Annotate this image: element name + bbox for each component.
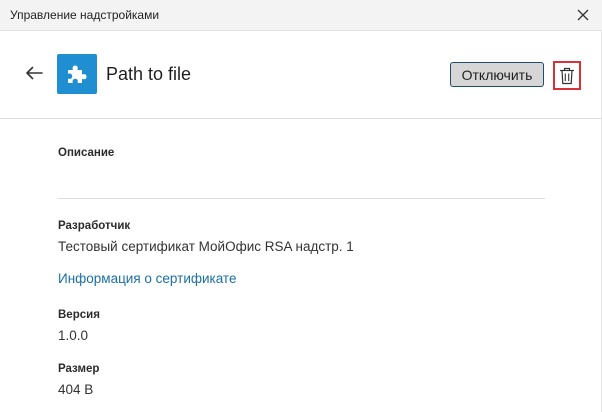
description-label: Описание	[58, 147, 115, 159]
size-label: Размер	[58, 363, 100, 375]
arrow-left-icon	[26, 66, 43, 80]
title-bar: Управление надстройками	[0, 0, 602, 31]
version-value: 1.0.0	[58, 328, 89, 343]
addin-header: Path to file Отключить	[0, 31, 602, 119]
close-button[interactable]	[572, 4, 594, 26]
size-value: 404 B	[58, 382, 94, 397]
close-icon	[577, 9, 589, 21]
addin-manager-window: Управление надстройками Path to file Отк…	[0, 0, 602, 412]
puzzle-piece-icon	[68, 65, 87, 83]
addin-name: Path to file	[106, 64, 192, 84]
back-button[interactable]	[22, 61, 46, 85]
developer-value: Тестовый сертификат МойОфис RSA надстр. …	[58, 239, 354, 254]
description-divider	[58, 198, 545, 199]
window-title: Управление надстройками	[10, 8, 160, 22]
trash-icon	[560, 67, 574, 84]
addin-icon-tile	[57, 54, 97, 94]
disable-button[interactable]: Отключить	[450, 62, 544, 87]
addin-details: Описание Разработчик Тестовый сертификат…	[0, 120, 602, 412]
developer-label: Разработчик	[58, 220, 131, 232]
certificate-info-link[interactable]: Информация о сертификате	[58, 271, 236, 286]
delete-button[interactable]	[553, 61, 581, 90]
version-label: Версия	[58, 309, 100, 321]
